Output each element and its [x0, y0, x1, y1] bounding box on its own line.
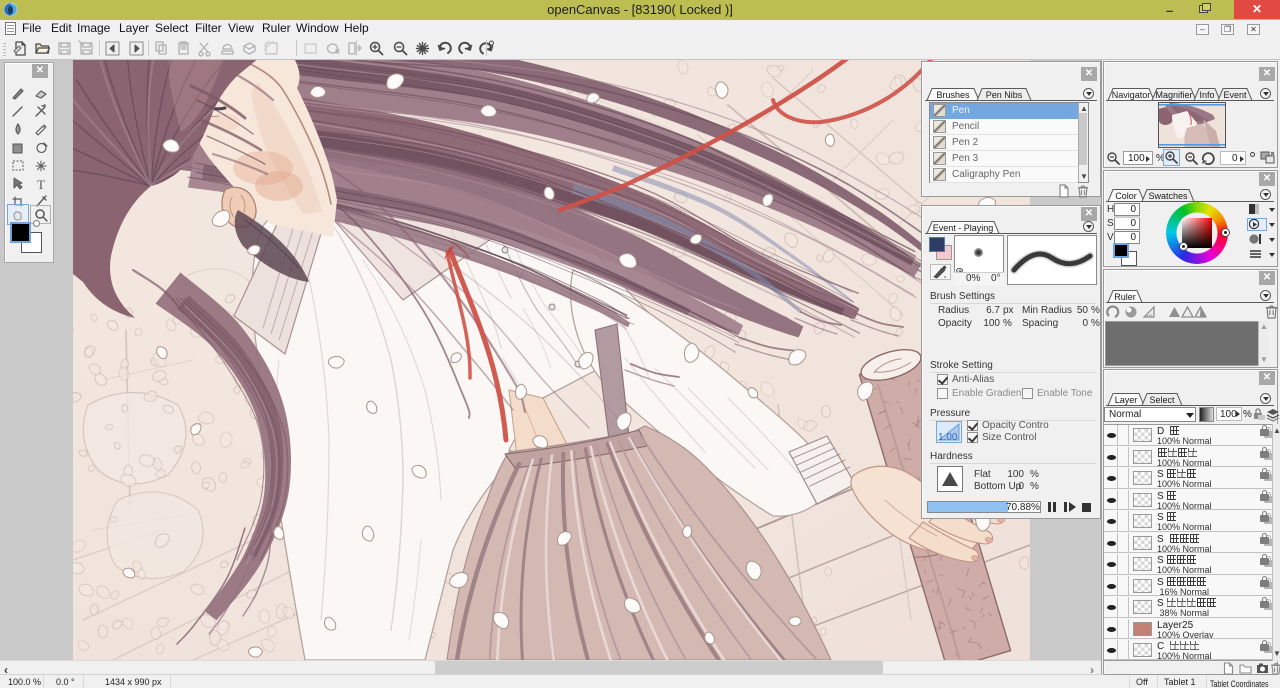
svg-text:T: T [37, 177, 45, 192]
